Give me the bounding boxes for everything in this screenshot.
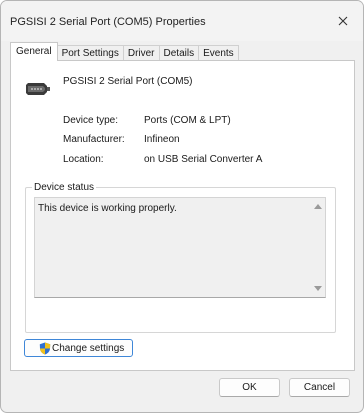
tab-general[interactable]: General [10,42,58,61]
close-button[interactable] [329,10,357,32]
scroll-up-arrow-icon[interactable] [314,204,322,209]
change-settings-label: Change settings [52,342,125,354]
close-icon [338,16,348,26]
location-label: Location: [63,154,104,165]
device-type-value: Ports (COM & LPT) [144,115,231,126]
ok-button[interactable]: OK [219,378,280,397]
device-status-legend: Device status [32,182,97,193]
tab-port-settings[interactable]: Port Settings [56,45,124,61]
tab-driver[interactable]: Driver [122,45,160,61]
change-settings-button[interactable]: Change settings [24,339,133,357]
manufacturer-label: Manufacturer: [63,134,125,145]
tab-strip: General Port Settings Driver Details Eve… [10,42,239,61]
device-status-text: This device is working properly. [38,203,177,214]
device-status-textbox[interactable]: This device is working properly. [34,197,326,298]
general-tab-panel: PGSISI 2 Serial Port (COM5) Device type:… [10,60,355,371]
device-status-group: Device status This device is working pro… [25,182,336,333]
window-title: PGSISI 2 Serial Port (COM5) Properties [10,16,206,28]
properties-dialog: PGSISI 2 Serial Port (COM5) Properties G… [0,0,364,413]
manufacturer-value: Infineon [144,134,180,145]
tab-details[interactable]: Details [158,45,200,61]
scroll-down-arrow-icon[interactable] [314,286,322,291]
device-type-label: Device type: [63,115,119,126]
uac-shield-icon [39,342,51,355]
device-name: PGSISI 2 Serial Port (COM5) [63,76,193,87]
cancel-button[interactable]: Cancel [289,378,350,397]
location-value: on USB Serial Converter A [144,154,263,165]
serial-port-connector-icon [26,83,50,95]
title-bar[interactable]: PGSISI 2 Serial Port (COM5) Properties [1,1,363,41]
tab-events[interactable]: Events [198,45,239,61]
